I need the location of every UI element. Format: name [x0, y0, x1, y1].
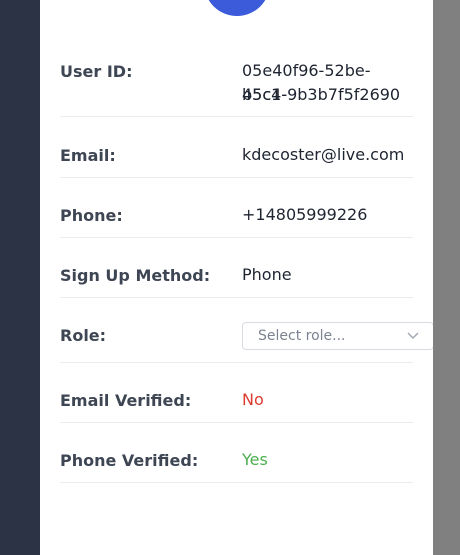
- role-select[interactable]: Select role...: [242, 322, 434, 350]
- left-sidebar: [0, 0, 40, 555]
- phone-label: Phone:: [60, 206, 123, 225]
- app-frame: User ID: 05e40f96-52be-45c1- b5c4-9b3b7f…: [0, 0, 460, 555]
- role-select-placeholder: Select role...: [258, 328, 346, 344]
- phone-row: Phone: +14805999226: [60, 178, 413, 238]
- email-row: Email: kdecoster@live.com: [60, 117, 413, 178]
- avatar-icon: [204, 0, 270, 16]
- phone-value: +14805999226: [242, 205, 368, 224]
- phone-verified-label: Phone Verified:: [60, 451, 199, 470]
- email-value: kdecoster@live.com: [242, 145, 405, 164]
- role-row: Role: Select role...: [60, 298, 434, 363]
- phone-verified-row: Phone Verified: Yes: [60, 423, 413, 483]
- phone-verified-value: Yes: [242, 450, 268, 469]
- signup-method-row: Sign Up Method: Phone: [60, 238, 413, 298]
- signup-method-value: Phone: [242, 265, 292, 284]
- user-id-row: User ID: 05e40f96-52be-45c1- b5c4-9b3b7f…: [60, 58, 413, 117]
- role-label: Role:: [60, 326, 107, 345]
- background-overlay: [433, 0, 460, 555]
- user-details-panel: User ID: 05e40f96-52be-45c1- b5c4-9b3b7f…: [40, 0, 434, 555]
- signup-method-label: Sign Up Method:: [60, 266, 211, 285]
- user-id-value-line2: b5c4-9b3b7f5f2690: [242, 85, 401, 104]
- chevron-down-icon: [407, 332, 419, 339]
- email-verified-value: No: [242, 390, 264, 409]
- email-verified-label: Email Verified:: [60, 391, 192, 410]
- email-label: Email:: [60, 146, 116, 165]
- user-id-label: User ID:: [60, 62, 133, 81]
- email-verified-row: Email Verified: No: [60, 363, 413, 423]
